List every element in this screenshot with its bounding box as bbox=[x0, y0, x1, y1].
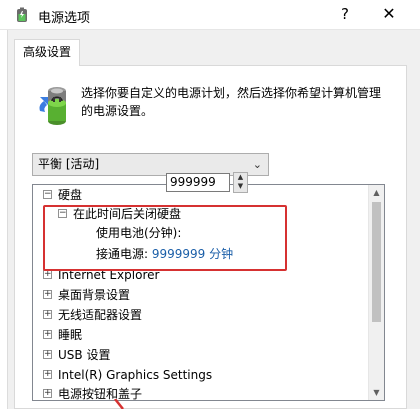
description-text: 选择你要自定义的电源计划，然后选择你希望计算机管理的电源设置。 bbox=[81, 86, 382, 118]
plugged-in-value[interactable]: 9999999 分钟 bbox=[152, 247, 233, 261]
background-window-strip bbox=[0, 30, 8, 409]
power-plan-value: 平衡 [活动] bbox=[38, 157, 100, 171]
expand-icon[interactable]: + bbox=[43, 310, 52, 319]
power-options-dialog: 电源选项 ? ✕ 高级设置 选择你要自定义的电源计划，然后选择你希望计算机管理的… bbox=[0, 0, 420, 409]
tab-advanced-settings[interactable]: 高级设置 bbox=[14, 39, 80, 66]
tree-item-intel-graphics[interactable]: + Intel(R) Graphics Settings bbox=[43, 366, 212, 385]
annotation-arrow-icon bbox=[114, 399, 124, 409]
help-button[interactable]: ? bbox=[338, 4, 352, 24]
scroll-down-icon[interactable]: ▼ bbox=[369, 385, 384, 400]
title-bar: 电源选项 ? ✕ bbox=[0, 0, 420, 30]
spin-up-icon[interactable]: ▲ bbox=[234, 173, 247, 182]
plugged-in-row[interactable]: 接通电源: 9999999 分钟 bbox=[96, 245, 233, 264]
tree-item-desktop-background[interactable]: + 桌面背景设置 bbox=[43, 286, 130, 305]
expand-icon[interactable]: + bbox=[43, 290, 52, 299]
close-button[interactable]: ✕ bbox=[375, 2, 403, 26]
tree-item-power-buttons-lid[interactable]: + 电源按钮和盖子 bbox=[43, 385, 142, 400]
expand-icon[interactable]: + bbox=[43, 370, 52, 379]
scroll-up-icon[interactable]: ▲ bbox=[369, 185, 384, 200]
settings-tree[interactable]: − 硬盘 − 在此时间后关闭硬盘 使用电池(分钟): 接通电源: 9999999 分… bbox=[32, 184, 385, 401]
plugged-in-label: 接通电源: bbox=[96, 247, 149, 261]
collapse-icon[interactable]: − bbox=[58, 209, 67, 218]
scrollbar-thumb[interactable] bbox=[372, 202, 381, 322]
on-battery-minutes-input[interactable]: 999999 bbox=[166, 173, 230, 192]
spin-down-icon[interactable]: ▼ bbox=[234, 182, 247, 191]
tree-item-hard-disk[interactable]: − 硬盘 bbox=[43, 186, 82, 205]
battery-power-icon bbox=[39, 87, 66, 125]
tree-scrollbar[interactable]: ▲ ▼ bbox=[368, 185, 384, 400]
battery-power-icon bbox=[17, 7, 27, 22]
expand-icon[interactable]: + bbox=[43, 389, 52, 398]
expand-icon[interactable]: + bbox=[43, 350, 52, 359]
tree-item-turn-off-disk[interactable]: − 在此时间后关闭硬盘 bbox=[58, 205, 181, 224]
tree-item-internet-explorer[interactable]: + Internet Explorer bbox=[43, 266, 159, 285]
window-title: 电源选项 bbox=[38, 11, 91, 26]
tree-item-wireless-adapter[interactable]: + 无线适配器设置 bbox=[43, 306, 142, 325]
on-battery-label: 使用电池(分钟): bbox=[96, 226, 182, 240]
expand-icon[interactable]: + bbox=[43, 270, 52, 279]
chevron-down-icon: ⌄ bbox=[252, 158, 262, 171]
minutes-spinner[interactable]: ▲ ▼ bbox=[233, 172, 248, 193]
tree-item-sleep[interactable]: + 睡眠 bbox=[43, 326, 82, 345]
collapse-icon[interactable]: − bbox=[43, 190, 52, 199]
advanced-settings-panel: 选择你要自定义的电源计划，然后选择你希望计算机管理的电源设置。 平衡 [活动] … bbox=[14, 65, 407, 409]
expand-icon[interactable]: + bbox=[43, 330, 52, 339]
tree-item-usb-settings[interactable]: + USB 设置 bbox=[43, 346, 110, 365]
